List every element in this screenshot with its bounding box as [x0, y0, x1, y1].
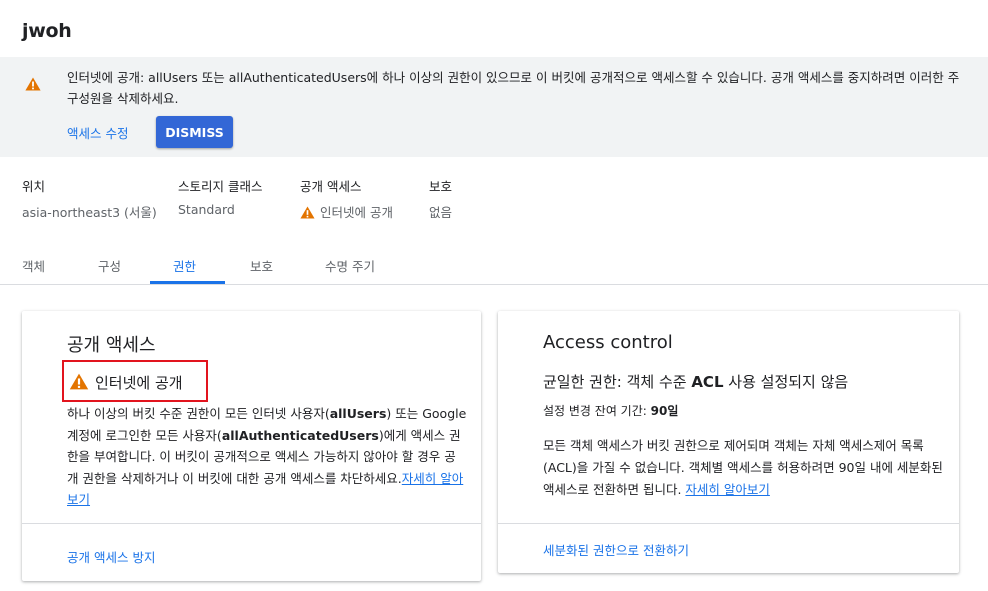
public-status-highlight: 인터넷에 공개 [62, 360, 208, 402]
subhead-text: 균일한 권한: 객체 수준 [543, 373, 692, 391]
card-divider [22, 523, 481, 524]
active-tab-indicator [150, 281, 225, 284]
tab-objects[interactable]: 객체 [22, 256, 45, 285]
desc-all-users: allUsers [329, 406, 387, 421]
location-value: asia-northeast3 (서울) [22, 205, 157, 220]
public-access-title: 공개 액세스 [67, 335, 156, 356]
public-access-value-text: 인터넷에 공개 [320, 205, 393, 220]
public-access-value: 인터넷에 공개 [300, 202, 393, 222]
public-access-field: 공개 액세스 인터넷에 공개 [300, 176, 393, 220]
storage-class-label: 스토리지 클래스 [178, 179, 263, 194]
switch-fine-grained-button[interactable]: 세분화된 권한으로 전환하기 [543, 540, 689, 559]
banner-message: 인터넷에 공개: allUsers 또는 allAuthenticatedUse… [67, 70, 960, 106]
storage-class-value: Standard [178, 202, 235, 217]
protection-value: 없음 [429, 205, 453, 220]
access-control-card: Access control 균일한 권한: 객체 수준 ACL 사용 설정되지… [498, 311, 959, 573]
uniform-access-status: 균일한 권한: 객체 수준 ACL 사용 설정되지 않음 [543, 371, 848, 392]
storage-class-field: 스토리지 클래스 Standard [178, 176, 263, 217]
tab-bar: 객체 구성 권한 보호 수명 주기 [0, 256, 988, 285]
public-access-description: 하나 이상의 버킷 수준 권한이 모든 인터넷 사용자(allUsers) 또는… [67, 403, 467, 511]
card-divider [498, 523, 959, 524]
tab-configuration[interactable]: 구성 [98, 256, 121, 285]
public-access-banner: 인터넷에 공개: allUsers 또는 allAuthenticatedUse… [0, 57, 988, 157]
access-control-description: 모든 객체 액세스가 버킷 권한으로 제어되며 객체는 자체 액세스제어 목록(… [543, 435, 943, 501]
desc-text: 하나 이상의 버킷 수준 권한이 모든 인터넷 사용자( [67, 406, 330, 421]
location-label: 위치 [22, 179, 46, 194]
prevent-public-access-button[interactable]: 공개 액세스 방지 [67, 547, 155, 566]
learn-more-link[interactable]: 자세히 알아보기 [685, 482, 769, 497]
protection-field: 보호 없음 [429, 176, 453, 220]
warning-icon [69, 373, 89, 394]
bucket-name: jwoh [22, 20, 72, 42]
location-field: 위치 asia-northeast3 (서울) [22, 176, 157, 220]
access-control-title: Access control [543, 332, 673, 353]
grace-period: 설정 변경 잔여 기간: 90일 [543, 402, 678, 419]
grace-label: 설정 변경 잔여 기간: [543, 404, 651, 418]
warning-icon [300, 206, 315, 222]
warning-icon [25, 76, 41, 95]
tab-protection[interactable]: 보호 [250, 256, 273, 285]
dismiss-button[interactable]: DISMISS [156, 116, 233, 148]
subhead-acl: ACL [691, 373, 724, 391]
public-access-label: 공개 액세스 [300, 179, 362, 194]
public-access-card: 공개 액세스 인터넷에 공개 하나 이상의 버킷 수준 권한이 모든 인터넷 사… [22, 311, 481, 581]
desc-all-authenticated-users: allAuthenticatedUsers [221, 427, 379, 443]
protection-label: 보호 [429, 179, 453, 194]
grace-value: 90일 [650, 404, 679, 418]
tab-lifecycle[interactable]: 수명 주기 [325, 256, 375, 285]
edit-access-link[interactable]: 액세스 수정 [67, 123, 128, 142]
subhead-text: 사용 설정되지 않음 [723, 373, 849, 391]
public-status-text: 인터넷에 공개 [95, 374, 183, 392]
